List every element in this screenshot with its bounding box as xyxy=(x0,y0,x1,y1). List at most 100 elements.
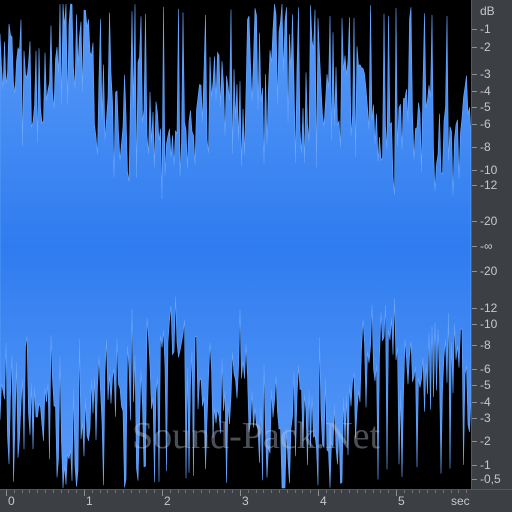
time-minor-tick xyxy=(232,490,233,493)
db-tick-label: -8 xyxy=(480,338,491,352)
audio-editor: Sound-Pack.Net dB -1 -2 -3 -4 -5 -6 -8 -10 -12 -2… xyxy=(0,0,512,512)
time-minor-tick xyxy=(76,490,77,493)
db-tick xyxy=(472,465,477,466)
time-minor-tick xyxy=(419,490,420,493)
db-unit-label: dB xyxy=(480,4,495,18)
time-unit-label: sec xyxy=(451,494,470,508)
db-tick xyxy=(472,418,477,419)
time-tick xyxy=(318,490,319,496)
db-tick xyxy=(472,246,477,247)
db-tick xyxy=(472,324,477,325)
db-tick xyxy=(472,308,477,309)
time-minor-tick xyxy=(287,490,288,493)
time-minor-tick xyxy=(404,490,405,493)
time-tick xyxy=(84,490,85,496)
time-minor-tick xyxy=(263,490,264,493)
db-tick xyxy=(472,74,477,75)
db-tick xyxy=(472,369,477,370)
time-minor-tick xyxy=(61,490,62,493)
time-minor-tick xyxy=(412,490,413,493)
db-tick xyxy=(472,402,477,403)
db-tick xyxy=(472,124,477,125)
db-tick-label: -12 xyxy=(480,301,498,315)
time-ruler[interactable]: 0 1 2 3 4 5 sec xyxy=(0,489,512,512)
time-minor-tick xyxy=(466,490,467,493)
time-minor-tick xyxy=(100,490,101,493)
time-tick xyxy=(6,490,7,496)
time-minor-tick xyxy=(201,490,202,493)
time-minor-tick xyxy=(248,490,249,493)
time-tick-label: 3 xyxy=(242,494,249,508)
db-tick-label: -6 xyxy=(480,362,491,376)
time-minor-tick xyxy=(107,490,108,493)
db-tick-label: -20 xyxy=(480,214,498,228)
db-tick-label: -4 xyxy=(480,84,491,98)
time-minor-tick xyxy=(131,490,132,493)
time-minor-tick xyxy=(37,490,38,493)
time-minor-tick xyxy=(154,490,155,493)
time-tick xyxy=(396,490,397,496)
time-minor-tick xyxy=(435,490,436,493)
db-tick xyxy=(472,29,477,30)
time-minor-tick xyxy=(302,490,303,493)
time-minor-tick xyxy=(256,490,257,493)
time-minor-tick xyxy=(170,490,171,493)
time-minor-tick xyxy=(217,490,218,493)
db-tick xyxy=(472,271,477,272)
db-tick xyxy=(472,185,477,186)
waveform-graph xyxy=(0,3,471,489)
db-tick-label: -5 xyxy=(480,100,491,114)
time-minor-tick xyxy=(92,490,93,493)
db-tick xyxy=(472,170,477,171)
time-minor-tick xyxy=(14,490,15,493)
db-tick-label: -∞ xyxy=(480,239,493,253)
db-tick xyxy=(472,147,477,148)
time-minor-tick xyxy=(123,490,124,493)
db-tick-label: -2 xyxy=(480,40,491,54)
time-minor-tick xyxy=(326,490,327,493)
time-minor-tick xyxy=(53,490,54,493)
time-minor-tick xyxy=(349,490,350,493)
time-minor-tick xyxy=(443,490,444,493)
db-tick-label: -10 xyxy=(480,317,498,331)
time-tick-label: 1 xyxy=(86,494,93,508)
time-minor-tick xyxy=(341,490,342,493)
db-tick-label: -1 xyxy=(480,458,491,472)
time-tick xyxy=(240,490,241,496)
time-minor-tick xyxy=(68,490,69,493)
db-tick xyxy=(472,107,477,108)
waveform-channel xyxy=(0,3,471,489)
time-minor-tick xyxy=(451,490,452,493)
time-minor-tick xyxy=(373,490,374,493)
time-minor-tick xyxy=(380,490,381,493)
db-tick xyxy=(472,47,477,48)
db-tick xyxy=(472,479,477,480)
db-tick-label: -2 xyxy=(480,434,491,448)
time-tick-label: 4 xyxy=(320,494,327,508)
time-minor-tick xyxy=(295,490,296,493)
time-minor-tick xyxy=(209,490,210,493)
time-minor-tick xyxy=(178,490,179,493)
time-minor-tick xyxy=(185,490,186,493)
time-minor-tick xyxy=(45,490,46,493)
time-minor-tick xyxy=(458,490,459,493)
time-minor-tick xyxy=(279,490,280,493)
time-minor-tick xyxy=(310,490,311,493)
time-minor-tick xyxy=(388,490,389,493)
db-tick-label: -20 xyxy=(480,264,498,278)
db-tick-label: -12 xyxy=(480,178,498,192)
db-tick xyxy=(472,441,477,442)
db-tick xyxy=(472,385,477,386)
db-tick-label: -3 xyxy=(480,67,491,81)
time-minor-tick xyxy=(334,490,335,493)
db-scale-ruler: dB -1 -2 -3 -4 -5 -6 -8 -10 -12 -20 -∞ -20 -12 -10 -8-… xyxy=(471,0,512,489)
time-minor-tick xyxy=(146,490,147,493)
time-minor-tick xyxy=(29,490,30,493)
time-minor-tick xyxy=(115,490,116,493)
db-tick-label: -1 xyxy=(480,22,491,36)
time-minor-tick xyxy=(224,490,225,493)
waveform-display[interactable] xyxy=(0,0,471,489)
db-tick xyxy=(472,91,477,92)
time-tick-label: 0 xyxy=(8,494,15,508)
db-tick-label: -3 xyxy=(480,411,491,425)
